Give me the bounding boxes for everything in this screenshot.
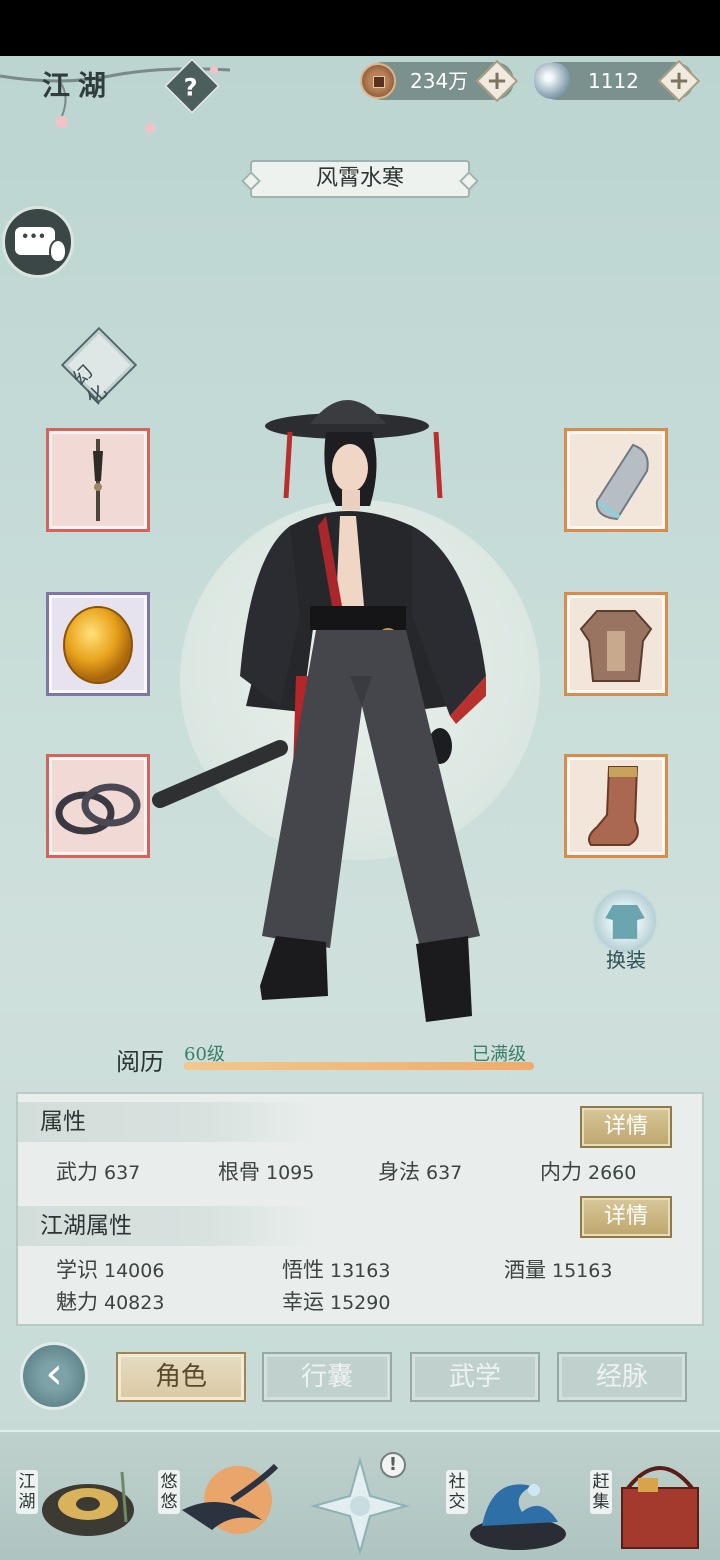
bracer-slot[interactable] [564,428,668,532]
chat-button[interactable] [2,206,74,278]
attr-item: 悟性 13163 [282,1258,391,1282]
attr-item: 学识 14006 [56,1258,165,1282]
back-arrow-icon: ‹ [45,1348,63,1399]
tab-character[interactable]: 角色 [116,1352,246,1402]
bracer-icon [595,443,649,521]
character-screen: 江湖 ? 234万 + 1112 + 风霄水寒 幻 化 [0,56,720,1560]
plus-icon: + [668,66,690,96]
costume-name-banner: 风霄水寒 [250,160,470,198]
boots-slot[interactable] [564,754,668,858]
jianghu-attributes-title: 江湖属性 [18,1206,318,1246]
bamboo-hat-icon [42,1471,134,1536]
amulet-slot[interactable] [46,592,150,696]
copper-coin-icon [360,63,396,99]
bottom-nav: 江湖 悠悠 ! 社交 赶集 [0,1430,720,1560]
silver-counter: 1112 + [534,59,701,103]
nav-label-youyou: 悠悠 [158,1470,180,1514]
swallow-icon [182,1463,279,1534]
top-bar: 江湖 ? 234万 + 1112 + [0,56,720,133]
attr-item: 魅力 40823 [56,1290,165,1314]
nav-item-market[interactable]: 赶集 [584,1442,720,1560]
coin-value: 234万 [410,69,469,93]
back-button[interactable]: ‹ [20,1342,88,1410]
add-coin-button[interactable]: + [475,59,519,103]
dart-weapon-icon [93,439,103,521]
boots-icon [588,766,639,846]
armor-icon [579,610,653,682]
tab-meridians[interactable]: 经脉 [557,1352,687,1402]
attributes-title: 属性 [18,1102,318,1142]
location-title: 江湖 [42,69,115,102]
attr-item: 身法 637 [378,1160,463,1184]
jianghu-detail-button[interactable]: 详情 [580,1196,672,1238]
attr-item: 根骨 1095 [218,1160,315,1184]
gourd-icon [49,239,67,263]
experience-label: 阅历 [116,1048,164,1076]
silver-ingot-icon [534,63,570,99]
plus-icon: + [486,66,508,96]
question-icon: ? [183,73,198,102]
experience-bar-fill [184,1062,534,1070]
attr-item: 幸运 15290 [282,1290,391,1314]
nav-label-jianghu: 江湖 [16,1470,38,1514]
attributes-detail-button[interactable]: 详情 [580,1106,672,1148]
attr-item: 武力 637 [56,1160,141,1184]
attributes-panel: 属性 详情 武力 637 根骨 1095 身法 637 内力 2660 江湖属性 详情 … [16,1092,704,1326]
transform-button[interactable]: 幻 化 [60,326,138,410]
goods-basket-icon [621,1466,699,1549]
armor-slot[interactable] [564,592,668,696]
character-figure [152,400,486,1022]
tab-bag[interactable]: 行囊 [262,1352,392,1402]
amber-gem-icon [63,606,133,684]
coin-counter: 234万 + [360,59,519,103]
nav-item-youyou[interactable]: 悠悠 [152,1442,292,1560]
ring-slot[interactable] [46,754,150,858]
wave-icon [470,1484,566,1550]
nav-label-social: 社交 [446,1470,468,1514]
attr-item: 内力 2660 [540,1160,637,1184]
nav-item-jianghu[interactable]: 江湖 [10,1442,150,1560]
robe-icon [605,905,645,939]
silver-value: 1112 [588,69,639,93]
wardrobe-label: 换装 [606,948,646,972]
experience-bar [184,1062,534,1070]
attr-item: 酒量 15163 [504,1258,613,1282]
add-silver-button[interactable]: + [657,59,701,103]
nav-item-social[interactable]: 社交 [440,1442,580,1560]
nav-label-market: 赶集 [590,1470,612,1514]
notification-badge: ! [380,1452,406,1478]
nav-item-center[interactable]: ! [300,1442,440,1560]
weapon-slot[interactable] [46,428,150,532]
bracelet-icon [55,783,141,835]
tab-martial-arts[interactable]: 武学 [410,1352,540,1402]
